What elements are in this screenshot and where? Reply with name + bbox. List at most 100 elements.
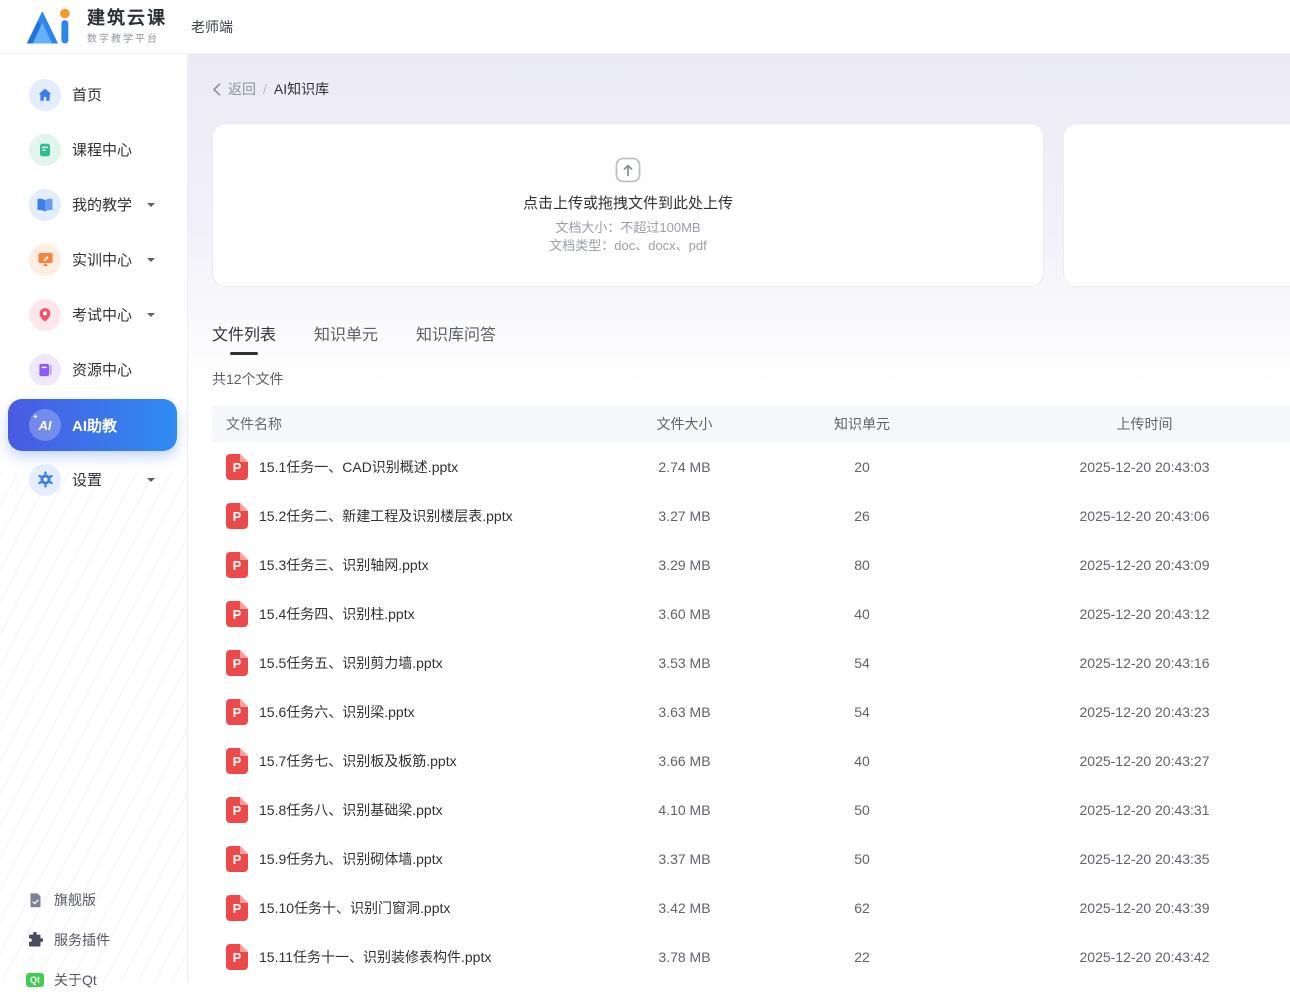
file-size: 3.78 MB	[612, 949, 757, 965]
sidebar-footer: 旗舰版服务插件 Qt关于Qt	[26, 880, 110, 1000]
file-size: 2.74 MB	[612, 459, 757, 475]
ppt-file-icon: P	[226, 454, 248, 480]
teaching-icon	[29, 189, 61, 221]
secondary-card	[1063, 123, 1290, 287]
sidebar-item-label: 我的教学	[72, 194, 132, 215]
file-name: P15.5任务五、识别剪力墙.pptx	[212, 650, 612, 676]
upload-hint-type: 文档类型：doc、docx、pdf	[549, 238, 707, 254]
table-row[interactable]: P15.2任务二、新建工程及识别楼层表.pptx3.27 MB262025-12…	[212, 491, 1290, 540]
table-row[interactable]: P15.9任务九、识别砌体墙.pptx3.37 MB502025-12-20 2…	[212, 834, 1290, 883]
chevron-down-icon	[147, 478, 155, 486]
upload-time: 2025-12-20 20:43:42	[967, 949, 1290, 965]
breadcrumb-current: AI知识库	[274, 79, 329, 99]
knowledge-units: 20	[757, 459, 967, 475]
sidebar-item-label: 课程中心	[72, 139, 132, 160]
file-size: 3.27 MB	[612, 508, 757, 524]
file-name: P15.2任务二、新建工程及识别楼层表.pptx	[212, 503, 612, 529]
table-row[interactable]: P15.3任务三、识别轴网.pptx3.29 MB802025-12-20 20…	[212, 540, 1290, 589]
sidebar-item-course[interactable]: 课程中心	[8, 122, 177, 177]
upload-time: 2025-12-20 20:43:09	[967, 557, 1290, 573]
sidebar-item-home[interactable]: 首页	[8, 67, 177, 122]
upload-time: 2025-12-20 20:43:06	[967, 508, 1290, 524]
file-name: P15.3任务三、识别轴网.pptx	[212, 552, 612, 578]
upload-time: 2025-12-20 20:43:03	[967, 459, 1290, 475]
sidebar-nav: 首页课程中心我的教学实训中心考试中心资源中心 ✦AI AI助教设置	[0, 54, 187, 507]
sidebar-footer-plugin[interactable]: 服务插件	[26, 920, 110, 960]
settings-icon	[29, 464, 61, 496]
table-row[interactable]: P15.1任务一、CAD识别概述.pptx2.74 MB202025-12-20…	[212, 442, 1290, 491]
sidebar-item-settings[interactable]: 设置	[8, 452, 177, 507]
sidebar-item-teaching[interactable]: 我的教学	[8, 177, 177, 232]
ppt-file-icon: P	[226, 699, 248, 725]
file-size: 3.53 MB	[612, 655, 757, 671]
knowledge-units: 62	[757, 900, 967, 916]
ai-icon: ✦AI	[29, 409, 61, 441]
ppt-file-icon: P	[226, 650, 248, 676]
tab-file-list[interactable]: 文件列表	[212, 321, 276, 355]
upload-time: 2025-12-20 20:43:23	[967, 704, 1290, 720]
knowledge-units: 50	[757, 851, 967, 867]
back-link[interactable]: 返回	[212, 79, 256, 99]
table-row[interactable]: P15.8任务八、识别基础梁.pptx4.10 MB502025-12-20 2…	[212, 785, 1290, 834]
tab-knowledge-qa[interactable]: 知识库问答	[416, 321, 496, 355]
upload-time: 2025-12-20 20:43:12	[967, 606, 1290, 622]
table-row[interactable]: P15.10任务十、识别门窗洞.pptx3.42 MB622025-12-20 …	[212, 883, 1290, 932]
cards-row: 点击上传或拖拽文件到此处上传 文档大小：不超过100MB 文档类型：doc、do…	[212, 123, 1290, 287]
top-header: 建筑云课 数字教学平台 老师端	[0, 0, 1290, 54]
sidebar-item-label: 首页	[72, 84, 102, 105]
chevron-left-icon	[212, 83, 221, 96]
table-row[interactable]: P15.4任务四、识别柱.pptx3.60 MB402025-12-20 20:…	[212, 589, 1290, 638]
file-table: 文件名称文件大小知识单元上传时间 P15.1任务一、CAD识别概述.pptx2.…	[212, 406, 1290, 981]
brand-logo-icon	[25, 7, 77, 47]
upload-dropzone[interactable]: 点击上传或拖拽文件到此处上传 文档大小：不超过100MB 文档类型：doc、do…	[212, 123, 1044, 287]
ppt-file-icon: P	[226, 748, 248, 774]
sidebar-item-training[interactable]: 实训中心	[8, 232, 177, 287]
chevron-down-icon	[147, 203, 155, 211]
file-count: 共12个文件	[212, 369, 1290, 389]
sidebar-item-label: 资源中心	[72, 359, 132, 380]
chevron-down-icon	[147, 313, 155, 321]
knowledge-units: 54	[757, 704, 967, 720]
role-label: 老师端	[191, 17, 233, 37]
column-header-upload-time: 上传时间	[967, 414, 1290, 434]
file-name: P15.1任务一、CAD识别概述.pptx	[212, 454, 612, 480]
sidebar-item-label: AI助教	[72, 415, 117, 436]
ppt-file-icon: P	[226, 846, 248, 872]
file-size: 3.60 MB	[612, 606, 757, 622]
breadcrumb-separator: /	[263, 81, 267, 97]
table-row[interactable]: P15.5任务五、识别剪力墙.pptx3.53 MB542025-12-20 2…	[212, 638, 1290, 687]
footer-label: 服务插件	[54, 930, 110, 950]
sidebar-item-label: 设置	[72, 469, 102, 490]
home-icon	[29, 79, 61, 111]
file-name: P15.4任务四、识别柱.pptx	[212, 601, 612, 627]
tab-knowledge-units[interactable]: 知识单元	[314, 321, 378, 355]
upload-time: 2025-12-20 20:43:27	[967, 753, 1290, 769]
file-name: P15.6任务六、识别梁.pptx	[212, 699, 612, 725]
table-row[interactable]: P15.11任务十一、识别装修表构件.pptx3.78 MB222025-12-…	[212, 932, 1290, 981]
sidebar-footer-qt[interactable]: Qt关于Qt	[26, 960, 110, 1000]
sidebar-item-exam[interactable]: 考试中心	[8, 287, 177, 342]
file-size: 3.42 MB	[612, 900, 757, 916]
ppt-file-icon: P	[226, 944, 248, 970]
back-label: 返回	[228, 79, 256, 99]
file-name: P15.11任务十一、识别装修表构件.pptx	[212, 944, 612, 970]
ppt-file-icon: P	[226, 503, 248, 529]
plugin-icon	[26, 931, 44, 949]
file-name: P15.7任务七、识别板及板筋.pptx	[212, 748, 612, 774]
table-row[interactable]: P15.7任务七、识别板及板筋.pptx3.66 MB402025-12-20 …	[212, 736, 1290, 785]
qt-icon: Qt	[26, 971, 44, 989]
table-body: P15.1任务一、CAD识别概述.pptx2.74 MB202025-12-20…	[212, 442, 1290, 981]
table-row[interactable]: P15.6任务六、识别梁.pptx3.63 MB542025-12-20 20:…	[212, 687, 1290, 736]
training-icon	[29, 244, 61, 276]
sidebar-item-resource[interactable]: 资源中心	[8, 342, 177, 397]
upload-time: 2025-12-20 20:43:35	[967, 851, 1290, 867]
main-content: 返回 / AI知识库 点击上传或拖拽文件到此处上传 文档大小：不超过100MB …	[188, 54, 1290, 983]
upload-hint-size: 文档大小：不超过100MB	[555, 220, 700, 236]
knowledge-units: 40	[757, 753, 967, 769]
file-size: 4.10 MB	[612, 802, 757, 818]
flagship-icon	[26, 891, 44, 909]
exam-icon	[29, 299, 61, 331]
knowledge-units: 22	[757, 949, 967, 965]
sidebar-item-ai[interactable]: ✦AI AI助教	[8, 399, 177, 451]
sidebar-footer-flagship[interactable]: 旗舰版	[26, 880, 110, 920]
